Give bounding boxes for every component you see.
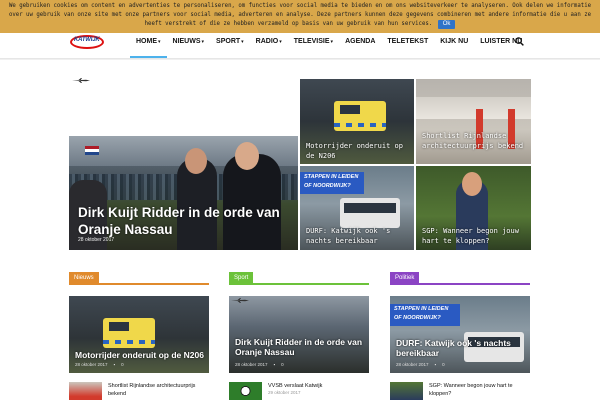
cookie-banner: We gebruiken cookies om content en adver… [0, 0, 600, 33]
featured-tile-title[interactable]: SGP: Wanneer begon jouw hart te kloppen? [422, 226, 530, 246]
cookie-text: We gebruiken cookies om content en adver… [8, 3, 592, 27]
list-item[interactable]: SGP: Wanneer begon jouw hart te kloppen? [390, 382, 529, 400]
featured-tile-title[interactable]: Motorrijder onderuit op de N206 [306, 141, 414, 161]
list-item-title[interactable]: SGP: Wanneer begon jouw hart te kloppen? [429, 382, 529, 398]
chevron-down-icon: ▾ [279, 39, 282, 45]
photo-ambulance-stripe [334, 123, 386, 127]
chevron-down-icon: ▾ [330, 39, 334, 45]
photo-banner: Stappen in Leiden of Noordwijk? [300, 172, 364, 194]
nav-home[interactable]: HOME▾ [130, 36, 167, 58]
thumbnail [390, 382, 423, 400]
photo-ambulance-stripe [103, 340, 155, 344]
featured-main-title[interactable]: Dirk Kuijt Ridder in de orde van Oranje … [78, 204, 292, 238]
chevron-down-icon: ▾ [201, 39, 205, 45]
featured-tile-sgp[interactable]: SGP: Wanneer begon jouw hart te kloppen? [416, 166, 531, 250]
category-divider [390, 283, 530, 285]
nav-radio[interactable]: RADIO▾ [250, 36, 288, 48]
header-divider [0, 59, 600, 60]
photo-bus [340, 198, 400, 228]
logo-text: KATWIJK [74, 37, 100, 43]
category-divider [69, 283, 209, 285]
featured-tile-title[interactable]: Shortlist Rijnlandse architectuurprijs b… [422, 131, 530, 151]
nav-televisie[interactable]: TELEVISIE▾ [288, 36, 339, 48]
featured-tile-title[interactable]: DURF: Katwijk ook 's nachts bereikbaar [306, 226, 414, 246]
dutch-flag-icon [85, 146, 99, 155]
cookie-ok-button[interactable]: Ok [437, 20, 456, 29]
airplane-icon [231, 298, 249, 303]
column-article-title[interactable]: DURF: Katwijk ook 's nachts bereikbaar [396, 338, 526, 358]
nav-teletekst[interactable]: TELETEKST [381, 36, 434, 48]
column-article-politiek[interactable]: Stappen in Leiden of Noordwijk? DURF: Ka… [390, 296, 530, 373]
featured-tile-motorrijder[interactable]: Motorrijder onderuit op de N206 [300, 79, 414, 164]
column-article-title[interactable]: Dirk Kuijt Ridder in de orde van Oranje … [235, 337, 365, 357]
list-item[interactable]: Shortlist Rijnlandse architectuurprijs b… [69, 382, 208, 400]
photo-person-head [462, 172, 482, 196]
comment-icon: ▪ [273, 362, 276, 367]
comment-icon: ▪ [434, 362, 437, 367]
soccer-ball-thumbnail [229, 382, 262, 400]
search-icon[interactable] [515, 37, 524, 46]
chevron-down-icon: ▾ [158, 39, 161, 45]
photo-banner: Stappen in Leiden of Noordwijk? [390, 304, 460, 326]
site-logo[interactable]: KATWIJK [70, 35, 104, 49]
list-item-date: 29 oktober 2017 [268, 390, 301, 395]
site-header: KATWIJK HOME▾ NIEUWS▾ SPORT▾ RADIO▾ TELE… [0, 33, 600, 59]
chevron-down-icon: ▾ [241, 39, 244, 45]
airplane-icon [72, 78, 90, 83]
category-divider [229, 283, 369, 285]
nav-agenda[interactable]: AGENDA [339, 36, 381, 48]
main-nav: HOME▾ NIEUWS▾ SPORT▾ RADIO▾ TELEVISIE▾ A… [130, 36, 528, 58]
list-item-title[interactable]: Shortlist Rijnlandse architectuurprijs b… [108, 382, 208, 398]
comment-icon: ▪ [113, 362, 116, 367]
nav-kijk-nu[interactable]: KIJK NU [434, 36, 474, 48]
list-item-title[interactable]: VVSB verslaat Katwijk [268, 382, 368, 390]
article-meta: 28 oktober 2017 ▪ 0 [235, 362, 284, 367]
photo-person-head [235, 142, 259, 170]
article-meta: 28 oktober 2017 ▪ 0 [75, 362, 124, 367]
featured-main-date: 28 oktober 2017 [78, 237, 115, 243]
column-article-title[interactable]: Motorrijder onderuit op de N206 [75, 350, 205, 360]
featured-tile-durf[interactable]: Stappen in Leiden of Noordwijk? DURF: Ka… [300, 166, 414, 250]
photo-person-head [185, 148, 207, 174]
featured-tile-architectuurprijs[interactable]: Shortlist Rijnlandse architectuurprijs b… [416, 79, 531, 164]
nav-nieuws[interactable]: NIEUWS▾ [167, 36, 211, 48]
list-item[interactable]: VVSB verslaat Katwijk 29 oktober 2017 [229, 382, 368, 400]
thumbnail [69, 382, 102, 400]
article-meta: 28 oktober 2017 ▪ 0 [396, 362, 445, 367]
column-article-nieuws[interactable]: Motorrijder onderuit op de N206 28 oktob… [69, 296, 209, 373]
column-article-sport[interactable]: Dirk Kuijt Ridder in de orde van Oranje … [229, 296, 369, 373]
featured-main-article[interactable]: Dirk Kuijt Ridder in de orde van Oranje … [69, 136, 298, 250]
nav-sport[interactable]: SPORT▾ [210, 36, 250, 48]
